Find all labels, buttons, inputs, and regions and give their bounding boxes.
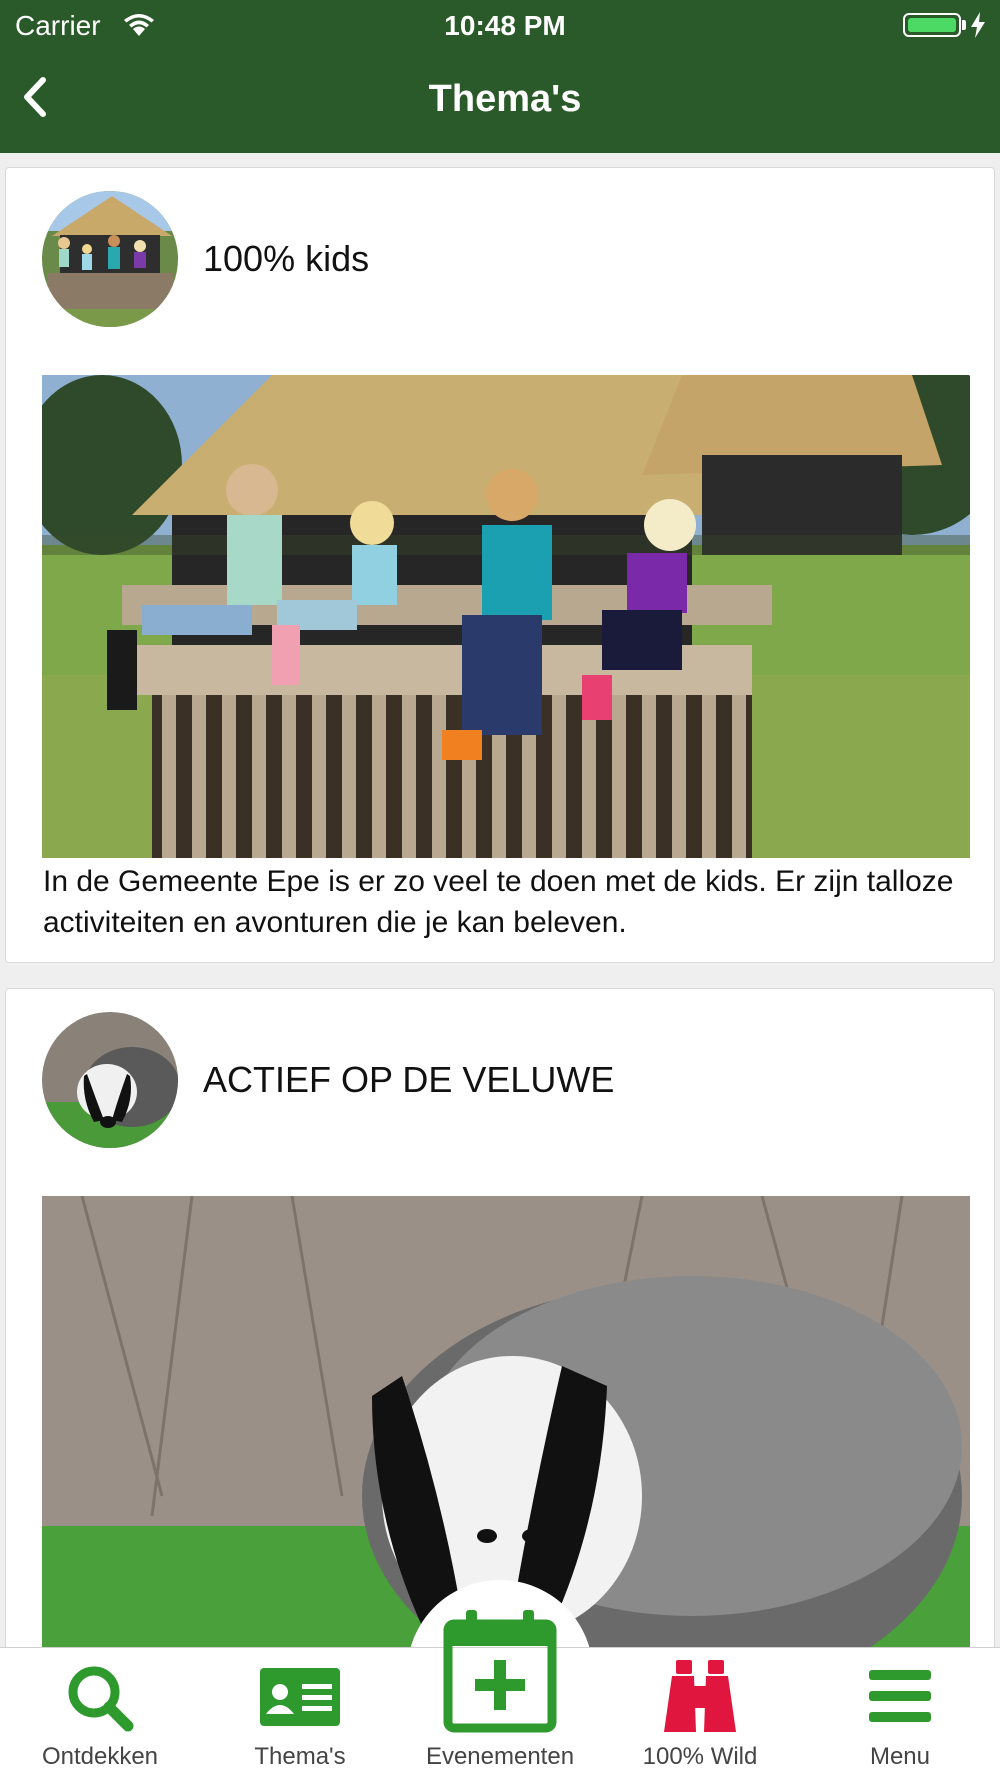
tab-themas[interactable]: Thema's [200,1648,400,1778]
tab-label: Thema's [254,1743,346,1770]
tab-label: Ontdekken [41,1743,159,1770]
hamburger-menu-icon [869,1670,931,1722]
battery-icon [903,13,961,37]
tab-label: 100% Wild [642,1743,758,1770]
tab-label: Menu [869,1743,931,1770]
theme-title: 100% kids [203,238,370,279]
search-icon [68,1666,134,1732]
theme-card-kids[interactable]: 100% kids In de Gemeente Epe is er zo ve… [5,167,995,963]
id-card-icon [260,1668,340,1726]
tab-evenementen[interactable]: Evenementen [400,1610,600,1778]
page-title: Thema's [428,78,582,120]
tab-ontdekken[interactable]: Ontdekken [0,1648,200,1778]
tab-menu[interactable]: Menu [800,1648,1000,1778]
tab-label: Evenementen [425,1743,575,1770]
status-bar: Carrier 10:48 PM [0,0,1000,50]
theme-avatar-badger [42,1012,178,1148]
themes-screen: Carrier 10:48 PM Thema's 100% kids In de… [0,0,1000,1778]
calendar-plus-icon [443,1610,557,1733]
charging-bolt-icon [971,12,985,38]
binoculars-icon [664,1660,736,1732]
tab-100-wild[interactable]: 100% Wild [600,1648,800,1778]
theme-title: ACTIEF OP DE VELUWE [203,1059,615,1100]
status-time: 10:48 PM [444,10,566,41]
navigation-header: Carrier 10:48 PM Thema's [0,0,1000,153]
theme-description: In de Gemeente Epe is er zo veel te doen… [43,865,954,939]
theme-avatar-kids [42,191,178,327]
tab-bar: Ontdekken Thema's Evenementen 100% Wild … [0,1610,1000,1778]
battery-level-fill [908,18,956,32]
kids-on-fence-photo [42,375,970,858]
battery-tip [962,20,966,30]
